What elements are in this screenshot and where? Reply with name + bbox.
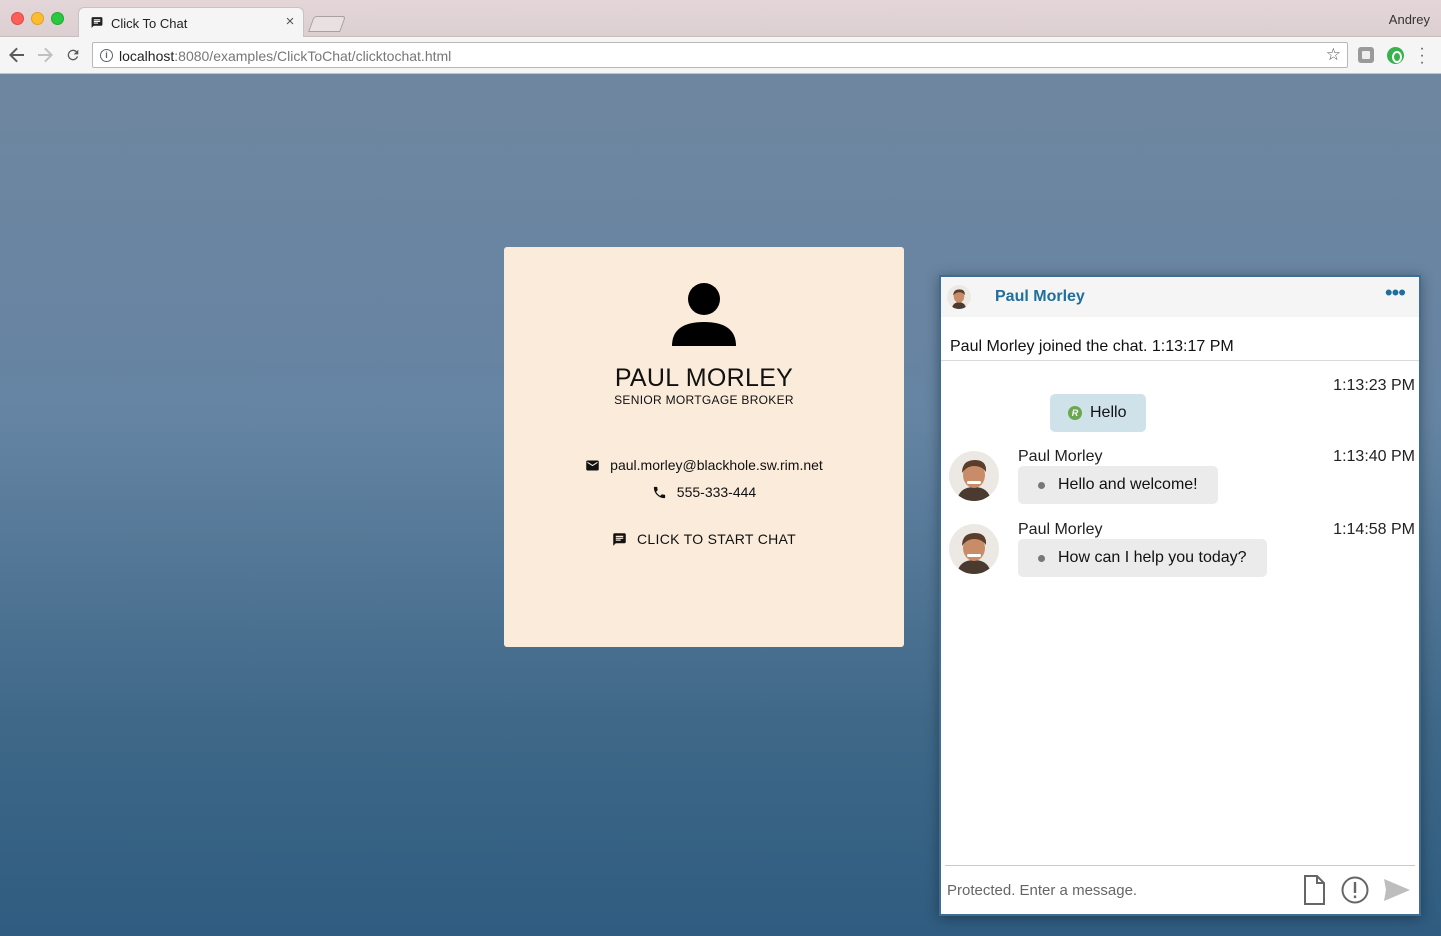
contact-phone-row[interactable]: 555-333-444: [504, 484, 904, 500]
back-button[interactable]: [7, 45, 27, 65]
chat-header-name: Paul Morley: [995, 288, 1085, 305]
phone-icon: [653, 486, 665, 498]
message-sender: Paul Morley: [1018, 521, 1103, 538]
window-close-button[interactable]: [11, 12, 24, 25]
contact-phone[interactable]: 555-333-444: [677, 484, 756, 500]
divider: [941, 360, 1419, 361]
window-minimize-button[interactable]: [31, 12, 44, 25]
browser-menu-icon[interactable]: · · ·: [1417, 41, 1427, 71]
info-icon[interactable]: i: [100, 49, 113, 62]
message-time: 1:14:58 PM: [1333, 521, 1415, 538]
chat-bubble-icon: [613, 532, 626, 546]
tab-close-button[interactable]: ×: [283, 14, 297, 30]
profile-name[interactable]: Andrey: [1389, 12, 1430, 27]
address-bar[interactable]: i localhost:8080/examples/ClickToChat/cl…: [92, 42, 1348, 68]
urgent-icon[interactable]: [1340, 874, 1370, 906]
incoming-message-bubble: How can I help you today?: [1018, 539, 1267, 577]
url-path: :8080/examples/ClickToChat/clicktochat.h…: [174, 48, 452, 64]
email-icon: [586, 460, 599, 470]
outgoing-message-bubble: R Hello: [1050, 394, 1147, 432]
new-tab-button[interactable]: [308, 16, 346, 32]
chat-bubble-icon: [91, 17, 103, 28]
contact-email-row[interactable]: paul.morley@blackhole.sw.rim.net: [504, 457, 904, 473]
message-time: 1:13:40 PM: [1333, 448, 1415, 465]
message-time: 1:13:23 PM: [1333, 377, 1415, 394]
start-chat-button[interactable]: CLICK TO START CHAT: [504, 531, 904, 547]
arrow-left-icon: [9, 47, 24, 63]
chat-header: Paul Morley •••: [941, 277, 1419, 317]
extension-green-icon[interactable]: [1387, 47, 1404, 64]
read-receipt-icon: R: [1068, 406, 1082, 420]
contact-card: PAUL MORLEY SENIOR MORTGAGE BROKER paul.…: [504, 247, 904, 647]
url-text[interactable]: localhost:8080/examples/ClickToChat/clic…: [119, 48, 451, 64]
status-dot-icon: [1038, 554, 1045, 562]
forward-button[interactable]: [35, 45, 55, 65]
start-chat-label: CLICK TO START CHAT: [637, 531, 796, 547]
browser-toolbar: i localhost:8080/examples/ClickToChat/cl…: [0, 37, 1441, 74]
contact-title: SENIOR MORTGAGE BROKER: [614, 393, 794, 407]
tab-title: Click To Chat: [111, 16, 188, 31]
extension-icon[interactable]: [1358, 47, 1374, 63]
system-message: Paul Morley joined the chat. 1:13:17 PM: [950, 338, 1234, 355]
arrow-right-icon: [38, 47, 53, 63]
incoming-message-bubble: Hello and welcome!: [1018, 466, 1218, 504]
chat-window: Paul Morley ••• Paul Morley joined the c…: [939, 275, 1421, 916]
message-input[interactable]: [947, 878, 1277, 902]
message-text: How can I help you today?: [1058, 549, 1247, 566]
message-sender: Paul Morley: [1018, 448, 1103, 465]
person-icon: [672, 283, 736, 346]
attach-file-icon[interactable]: [1299, 874, 1329, 906]
avatar-photo-icon: [949, 524, 999, 574]
avatar: [947, 285, 971, 309]
reload-button[interactable]: [63, 45, 83, 65]
avatar: [949, 451, 999, 501]
more-icon[interactable]: •••: [1385, 282, 1406, 304]
message-text: Hello: [1090, 404, 1127, 421]
contact-name: PAUL MORLEY: [614, 364, 794, 392]
avatar: [949, 524, 999, 574]
avatar-photo-icon: [949, 451, 999, 501]
avatar-photo-icon: [947, 285, 971, 309]
status-dot-icon: [1038, 481, 1045, 489]
contact-email[interactable]: paul.morley@blackhole.sw.rim.net: [610, 457, 823, 473]
url-host: localhost: [119, 48, 175, 64]
page-background: PAUL MORLEY SENIOR MORTGAGE BROKER paul.…: [0, 74, 1441, 936]
message-text: Hello and welcome!: [1058, 476, 1198, 493]
window-zoom-button[interactable]: [51, 12, 64, 25]
browser-titlebar: Click To Chat × Andrey: [0, 0, 1441, 38]
send-icon[interactable]: [1382, 874, 1412, 906]
composer-divider: [945, 865, 1415, 866]
reload-icon: [67, 49, 79, 61]
star-icon[interactable]: ☆: [1326, 45, 1341, 65]
browser-tab[interactable]: Click To Chat ×: [78, 7, 304, 38]
